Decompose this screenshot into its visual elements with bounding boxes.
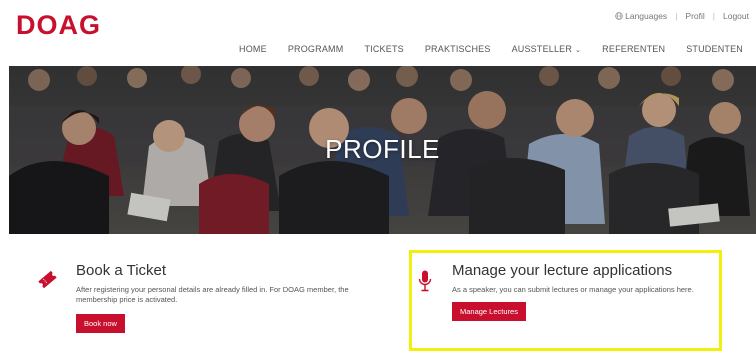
- nav-item-praktisches[interactable]: PRAKTISCHES: [425, 44, 491, 54]
- hero-banner: PROFILE: [9, 66, 756, 234]
- divider: |: [712, 11, 715, 21]
- manage-lectures-body: Manage your lecture applications As a sp…: [452, 262, 720, 321]
- languages-label: Languages: [625, 11, 668, 21]
- microphone-icon: [418, 270, 432, 292]
- globe-icon: [615, 12, 623, 20]
- manage-lectures-description: As a speaker, you can submit lectures or…: [452, 285, 694, 294]
- nav-item-aussteller[interactable]: AUSSTELLER ⌄: [512, 44, 582, 54]
- logout-link[interactable]: Logout: [723, 11, 749, 21]
- nav-item-home[interactable]: HOME: [239, 44, 267, 54]
- hero-title: PROFILE: [325, 134, 440, 164]
- ticket-icon: [38, 270, 57, 289]
- profile-link[interactable]: Profil: [685, 11, 704, 21]
- nav-item-tickets[interactable]: TICKETS: [364, 44, 403, 54]
- nav-item-programm[interactable]: PROGRAMM: [288, 44, 344, 54]
- chevron-down-icon: ⌄: [575, 47, 582, 54]
- doag-logo[interactable]: DOAG: [16, 10, 101, 41]
- site-header: DOAG Languages | Profil | Logout HOME PR…: [0, 0, 756, 66]
- top-links: Languages | Profil | Logout: [615, 11, 749, 21]
- book-ticket-description: After registering your personal details …: [76, 285, 349, 304]
- nav-item-referenten[interactable]: REFERENTEN: [602, 44, 665, 54]
- nav-item-studenten[interactable]: STUDENTEN: [686, 44, 743, 54]
- divider: |: [675, 11, 678, 21]
- manage-lectures-button[interactable]: Manage Lectures: [452, 302, 526, 321]
- manage-lectures-title: Manage your lecture applications: [452, 262, 673, 279]
- languages-link[interactable]: Languages: [615, 11, 667, 21]
- content-area: Book a Ticket After registering your per…: [0, 234, 756, 361]
- book-now-button[interactable]: Book now: [76, 314, 125, 333]
- book-ticket-body: Book a Ticket After registering your per…: [76, 262, 366, 333]
- main-nav: HOME PROGRAMM TICKETS PRAKTISCHES AUSSTE…: [239, 44, 743, 54]
- nav-item-label: AUSSTELLER: [511, 44, 573, 54]
- book-ticket-title: Book a Ticket: [76, 262, 167, 279]
